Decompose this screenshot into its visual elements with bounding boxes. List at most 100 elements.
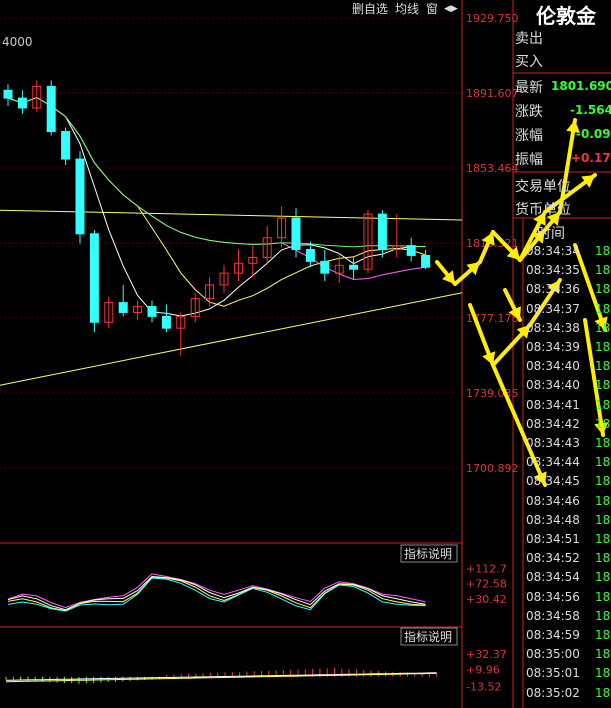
amp-value: +0.179: [571, 151, 611, 165]
price-axis-label: 1700.892: [466, 462, 519, 475]
tick-price: 180: [595, 512, 611, 527]
tick-price: 180: [595, 416, 611, 431]
time-header: 时间: [537, 226, 565, 242]
indicator-button-1[interactable]: 指标说明: [404, 546, 452, 561]
currency-label: 货币单位: [515, 202, 571, 218]
tick-price: 180: [595, 493, 611, 508]
arrow-icon[interactable]: ◀▶: [444, 0, 458, 18]
candle-body: [377, 213, 387, 251]
indicator2-axis-label: +9.96: [466, 664, 500, 677]
corner-label: 4000: [2, 35, 33, 49]
dif-line: [5, 672, 437, 681]
dea-line: [5, 672, 437, 683]
indicator-panel-2: +32.37 +9.96 -13.52: [5, 648, 507, 693]
buy-label: 买入: [515, 54, 543, 70]
tick-time: 08:35:01: [526, 666, 580, 681]
tick-price: 180: [595, 570, 611, 585]
tick-time: 08:34:54: [526, 570, 580, 585]
support-line: [0, 292, 463, 386]
tick-time: 08:34:45: [526, 474, 580, 489]
candle-body: [61, 131, 71, 160]
window-button[interactable]: 窗: [426, 0, 438, 18]
sell-label: 卖出: [515, 31, 543, 47]
amp-label: 振幅: [515, 152, 543, 168]
pct-value: -0.095: [576, 127, 611, 141]
tick-price: 180: [595, 244, 611, 258]
last-value: 1801.690: [551, 79, 611, 93]
delete-select-button[interactable]: 删自选: [352, 0, 388, 18]
resistance-line: [0, 209, 463, 221]
tick-price: 180: [595, 455, 611, 470]
tick-time: 08:34:41: [526, 397, 580, 412]
candle-body: [320, 260, 330, 274]
candle-body: [421, 254, 431, 268]
tick-time: 08:34:36: [526, 282, 580, 297]
candle-body: [305, 249, 315, 262]
tick-price: 180: [595, 282, 611, 297]
candle-body: [118, 302, 128, 313]
ma10-line: [7, 96, 426, 307]
unit-label: 交易单位: [515, 179, 571, 195]
tick-price: 180: [595, 320, 611, 335]
tick-time: 08:34:40: [526, 359, 580, 374]
indicator1-axis-label: +72.58: [466, 577, 507, 590]
indicator2-axis-label: +32.37: [466, 648, 507, 661]
candle-body: [349, 264, 359, 270]
tick-time: 08:34:56: [526, 589, 580, 604]
change-label: 涨跌: [515, 104, 543, 120]
price-axis-label: 1929.750: [466, 12, 519, 25]
tick-time: 08:35:00: [526, 647, 580, 662]
indicator2-axis-label: -13.52: [466, 680, 501, 693]
indicator1-axis-label: +112.7: [466, 562, 507, 575]
price-axis-label: 1891.607: [466, 87, 519, 100]
tick-price: 180: [595, 397, 611, 412]
tick-time: 08:34:43: [526, 436, 580, 450]
indicator1-axis-label: +30.42: [466, 593, 507, 606]
tick-price: 180: [595, 263, 611, 278]
tick-price: 180: [595, 532, 611, 546]
tick-time: 08:34:40: [526, 378, 580, 393]
ma20-line: [7, 96, 426, 281]
candle-body: [17, 97, 27, 109]
tick-time: 08:35:02: [526, 685, 580, 700]
pct-label: 涨幅: [515, 128, 543, 144]
candle-body: [3, 89, 13, 99]
tick-time: 08:34:59: [526, 628, 580, 642]
ma30-line: [7, 96, 426, 248]
candle-body: [89, 233, 99, 323]
last-label: 最新: [515, 80, 543, 96]
tick-price: 180: [595, 359, 611, 374]
price-axis-label: 1853.464: [466, 162, 519, 175]
tick-price: 180: [595, 551, 611, 566]
tick-time: 08:34:46: [526, 493, 580, 508]
candle-body: [406, 245, 416, 256]
indicator-panel-1: +112.7 +72.58 +30.42: [7, 562, 507, 612]
instrument-title: 伦敦金: [536, 4, 596, 28]
tick-price: 180: [595, 340, 611, 354]
tick-price: 180: [595, 666, 611, 681]
tick-time: 08:34:38: [526, 320, 580, 335]
tick-time: 08:34:52: [526, 551, 580, 566]
change-value: -1.564: [570, 103, 611, 117]
tick-time: 08:34:42: [526, 416, 580, 431]
tick-price: 180: [595, 647, 611, 662]
candle-body: [161, 315, 171, 329]
tick-price: 180: [595, 474, 611, 489]
indicator-button-2[interactable]: 指标说明: [404, 629, 452, 644]
indicator1-line: [7, 575, 426, 611]
tick-price: 180: [595, 628, 611, 642]
tick-price: 180: [595, 589, 611, 604]
candle-body: [147, 306, 157, 317]
tick-time: 08:34:39: [526, 340, 580, 354]
tick-price: 180: [595, 436, 611, 450]
tick-time: 08:34:44: [526, 455, 580, 470]
tick-time: 08:34:48: [526, 512, 580, 527]
tick-time: 08:34:58: [526, 608, 580, 623]
tick-price: 180: [595, 378, 611, 393]
tick-price: 180: [595, 301, 611, 316]
candle-body: [291, 217, 301, 251]
ma5-line: [7, 96, 426, 317]
ma-button[interactable]: 均线: [395, 0, 419, 18]
candle-body: [46, 85, 56, 133]
tick-time: 08:34:37: [526, 301, 580, 316]
